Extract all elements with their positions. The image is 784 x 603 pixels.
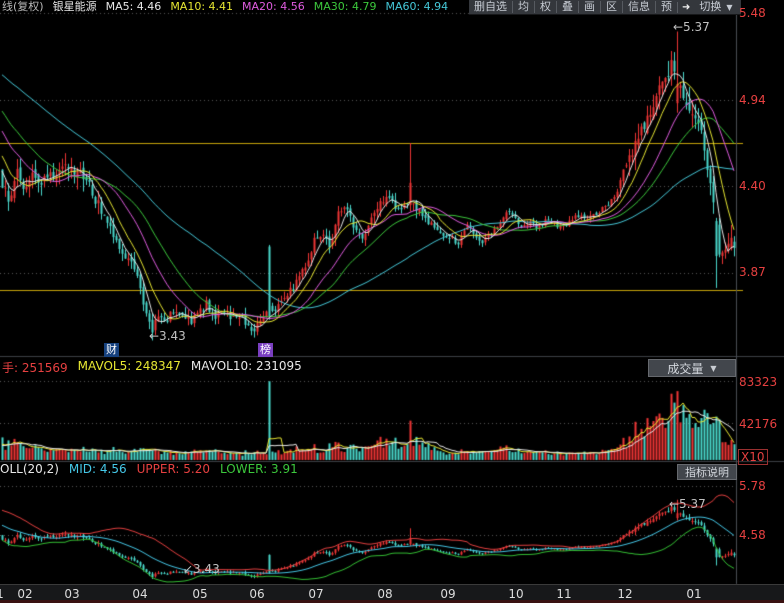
toolbar-item-3[interactable]: 叠 <box>556 1 578 13</box>
top-toolbar: 删自选均权叠画区信息预 ➜ 切换 ▼ <box>469 0 741 15</box>
switch-caret-icon[interactable]: ▼ <box>726 3 735 12</box>
mavol5-value: MAVOL5: 248347 <box>77 359 181 373</box>
low-price-annotation: ←3.43 <box>149 329 186 343</box>
price-axis-label: 3.87 <box>739 265 766 279</box>
boll-lower-value: LOWER: 3.91 <box>220 462 298 476</box>
boll-title: OLL(20,2) <box>0 462 59 476</box>
x-axis-label-08: 08 <box>377 587 393 601</box>
x-axis-label-02: 02 <box>17 587 33 601</box>
toolbar-item-2[interactable]: 权 <box>534 1 556 13</box>
switch-button[interactable]: 切换 <box>694 1 726 13</box>
x-axis-label-09: 09 <box>440 587 456 601</box>
x-axis-label-01: 01 <box>686 587 702 601</box>
x-axis-label-07: 07 <box>308 587 324 601</box>
mavol10-value: MAVOL10: 231095 <box>190 359 302 373</box>
volume-button-label: 成交量 <box>667 361 704 376</box>
x-axis-label-06: 06 <box>249 587 265 601</box>
ranking-event-badge[interactable]: 榜 <box>258 343 273 357</box>
toolbar-item-7[interactable]: 预 <box>655 1 677 13</box>
x-axis-label-10: 10 <box>508 587 524 601</box>
price-axis-label: 4.94 <box>739 93 766 107</box>
volume-axis-label: 42176 <box>739 417 778 431</box>
boll-header: OLL(20,2) MID: 4.56 UPPER: 5.20 LOWER: 3… <box>0 462 298 476</box>
boll-upper-value: UPPER: 5.20 <box>136 462 211 476</box>
volume-hand-value: 手: 251569 <box>2 361 68 375</box>
x-axis-label-05: 05 <box>192 587 208 601</box>
toolbar-item-0[interactable]: 删自选 <box>469 1 512 13</box>
x-axis-label-1: 1 <box>0 587 4 601</box>
page-switch-icon[interactable]: ➜ <box>677 1 694 13</box>
indicator-help-label: 指标说明 <box>685 466 729 479</box>
price-axis-label: 5.48 <box>739 6 766 20</box>
ma5-value: MA5: 4.46 <box>105 0 162 13</box>
volume-header: 手: 251569 MAVOL5: 248347 MAVOL10: 231095 <box>2 359 302 376</box>
ma60-value: MA60: 4.94 <box>385 0 449 13</box>
finance-event-badge[interactable]: 财 <box>104 343 119 357</box>
boll-axis-label: 5.78 <box>739 479 766 493</box>
toolbar-item-5[interactable]: 区 <box>600 1 622 13</box>
time-axis[interactable]: 1 02 03 04 05 06 07 08 09 10 11 12 01 <box>0 584 784 601</box>
volume-axis-label: 83323 <box>739 375 778 389</box>
chart-type-label: 线(复权) <box>2 0 44 13</box>
boll-axis-label: 4.58 <box>739 528 766 542</box>
boll-high-annotation: ←5.37 <box>669 497 706 511</box>
toolbar-item-4[interactable]: 画 <box>578 1 600 13</box>
high-price-annotation: ←5.37 <box>673 20 710 34</box>
chart-canvas[interactable] <box>0 0 784 603</box>
stock-name: 银星能源 <box>52 0 97 13</box>
ma30-value: MA30: 4.79 <box>313 0 377 13</box>
x-axis-label-04: 04 <box>132 587 148 601</box>
x-axis-label-12: 12 <box>617 587 633 601</box>
dropdown-caret-icon: ▼ <box>710 363 717 373</box>
stock-app-window: 线(复权) 银星能源 MA5: 4.46 MA10: 4.41 MA20: 4.… <box>0 0 784 603</box>
x-axis-label-03: 03 <box>64 587 80 601</box>
chart-header: 线(复权) 银星能源 MA5: 4.46 MA10: 4.41 MA20: 4.… <box>2 0 448 13</box>
ma20-value: MA20: 4.56 <box>242 0 305 13</box>
x-axis-label-11: 11 <box>556 587 572 601</box>
volume-multiplier-label: X10 <box>738 449 768 465</box>
toolbar-item-6[interactable]: 信息 <box>622 1 655 13</box>
boll-low-annotation: ↙3.43 <box>183 562 220 576</box>
price-axis-label: 4.40 <box>739 179 766 193</box>
indicator-help-button[interactable]: 指标说明 <box>677 464 737 480</box>
volume-indicator-selector[interactable]: 成交量 ▼ <box>648 359 736 377</box>
toolbar-item-1[interactable]: 均 <box>512 1 534 13</box>
boll-mid-value: MID: 4.56 <box>68 462 127 476</box>
ma10-value: MA10: 4.41 <box>170 0 234 13</box>
